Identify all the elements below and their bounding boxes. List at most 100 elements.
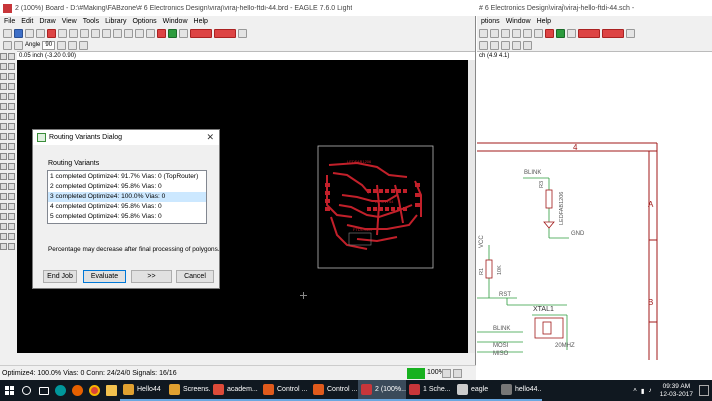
sch-zoom-icon[interactable] [479,29,488,38]
menu-file[interactable]: File [4,18,15,25]
errors-tool-icon[interactable] [0,243,7,250]
sch-redraw-icon[interactable] [512,29,521,38]
sch-design-link-icon[interactable] [578,29,600,38]
arduino-pin[interactable] [52,380,69,401]
variant-row-5[interactable]: 5 completed Optimize4: 95.8% Vias: 0 [48,212,206,222]
text-tool-icon[interactable] [0,173,7,180]
miter-tool-icon[interactable] [0,143,7,150]
go-icon[interactable] [168,29,177,38]
layer-icon[interactable] [3,40,12,50]
sch-redo-icon[interactable] [534,29,543,38]
copy-tool-icon[interactable] [8,73,15,80]
info-tool-icon[interactable] [0,53,7,60]
redo-icon[interactable] [146,29,155,38]
board-vertical-scrollbar[interactable] [468,60,475,353]
paste-tool-icon[interactable] [0,103,7,110]
rotate-icon[interactable] [57,40,67,50]
end-job-button[interactable]: End Job [43,270,77,283]
taskbar-app-9[interactable]: hello44.... [498,380,542,401]
stop-icon[interactable] [157,29,166,38]
taskbar-clock[interactable]: 09:39 AM 12-03-2017 [660,383,693,399]
polygon-tool-icon[interactable] [0,193,7,200]
dimension-tool-icon[interactable] [8,213,15,220]
wire-tool-icon[interactable] [8,163,15,170]
sch-menu-window[interactable]: Window [506,18,531,25]
drc-tool-icon[interactable] [8,233,15,240]
replace-tool-icon[interactable] [8,113,15,120]
hole-tool-icon[interactable] [8,203,15,210]
close-icon[interactable]: ✕ [206,132,214,143]
arc-tool-icon[interactable] [0,183,7,190]
sch-layer-icon[interactable] [479,40,488,50]
sch-style-icon[interactable] [501,40,510,50]
schematic-titlebar[interactable]: # 6 Electronics Design\viraj\viraj-hello… [477,0,712,16]
group-tool-icon[interactable] [0,93,7,100]
lock-tool-icon[interactable] [0,123,7,130]
autorouter-tool-icon[interactable] [8,223,15,230]
spin-icon[interactable] [79,40,89,50]
menu-edit[interactable]: Edit [21,18,33,25]
zoom-select-icon[interactable] [113,29,122,38]
network-icon[interactable]: ▮ [641,387,645,395]
taskbar-app-5[interactable]: Control ... [310,380,358,401]
board-titlebar[interactable]: 2 (100%) Board - D:\#Making\FABzone\# 6 … [0,0,476,16]
stop-command-icon[interactable] [442,369,451,378]
cancel-button[interactable]: Cancel [176,270,214,283]
delete-tool-icon[interactable] [8,103,15,110]
ratsnest-tool-icon[interactable] [0,223,7,230]
taskbar-app-2[interactable]: Screens... [166,380,210,401]
rect-tool-icon[interactable] [8,183,15,190]
tray-chevron-icon[interactable]: ˄ [633,387,637,394]
chrome-pin[interactable] [86,380,103,401]
menu-draw[interactable]: Draw [39,18,55,25]
redraw-icon[interactable] [124,29,133,38]
sch-grid-icon[interactable] [490,40,499,50]
menu-tools[interactable]: Tools [83,18,99,25]
sch-info-icon[interactable] [626,29,635,38]
mirror-toggle-icon[interactable] [68,40,78,50]
menu-options[interactable]: Options [132,18,156,25]
design-link-icon[interactable] [190,29,212,38]
taskbar-app-7[interactable]: 1 Sche... [406,380,454,401]
taskbar-app-8[interactable]: eagle [454,380,498,401]
add-tool-icon[interactable] [0,113,7,120]
save-icon[interactable] [14,29,23,38]
evaluate-button[interactable]: Evaluate [83,270,126,283]
value-tool-icon[interactable] [0,133,7,140]
go-command-icon[interactable] [453,369,462,378]
variant-row-3[interactable]: 3 completed Optimize4: 100.0% Vias: 0 [48,192,206,202]
zoom-fit-icon[interactable] [80,29,89,38]
info-icon[interactable] [238,29,247,38]
name-tool-icon[interactable] [8,123,15,130]
menu-window[interactable]: Window [163,18,188,25]
help-icon[interactable] [179,29,188,38]
display-tool-icon[interactable] [0,63,7,70]
sch-go-icon[interactable] [556,29,565,38]
rotate-tool-icon[interactable] [8,83,15,90]
next-variant-button[interactable]: >> [131,270,172,283]
script-icon[interactable] [58,29,67,38]
erc-tool-icon[interactable] [0,233,7,240]
run-icon[interactable] [69,29,78,38]
show-tool-icon[interactable] [8,53,15,60]
taskbar-app-1[interactable]: Hello44 [120,380,166,401]
sch-zoom-in-icon[interactable] [490,29,499,38]
menu-library[interactable]: Library [105,18,126,25]
sch-help-icon[interactable] [567,29,576,38]
print-icon[interactable] [25,29,34,38]
sch-width-icon[interactable] [512,40,521,50]
menu-help[interactable]: Help [194,18,208,25]
variant-row-1[interactable]: 1 completed Optimize4: 91.7% Vias: 0 (To… [48,172,206,182]
ulp-tool-icon[interactable] [8,243,15,250]
start-button[interactable] [0,380,18,401]
ripup-tool-icon[interactable] [0,163,7,170]
zoom-in-icon[interactable] [91,29,100,38]
dialog-titlebar[interactable]: Routing Variants Dialog ✕ [33,130,219,145]
task-view-pin[interactable] [35,380,52,401]
variant-row-2[interactable]: 2 completed Optimize4: 95.8% Vias: 0 [48,182,206,192]
zoom-out-icon[interactable] [102,29,111,38]
mirror-tool-icon[interactable] [0,83,7,90]
cam-icon[interactable] [36,29,45,38]
move-tool-icon[interactable] [0,73,7,80]
board-switch-icon[interactable] [47,29,56,38]
